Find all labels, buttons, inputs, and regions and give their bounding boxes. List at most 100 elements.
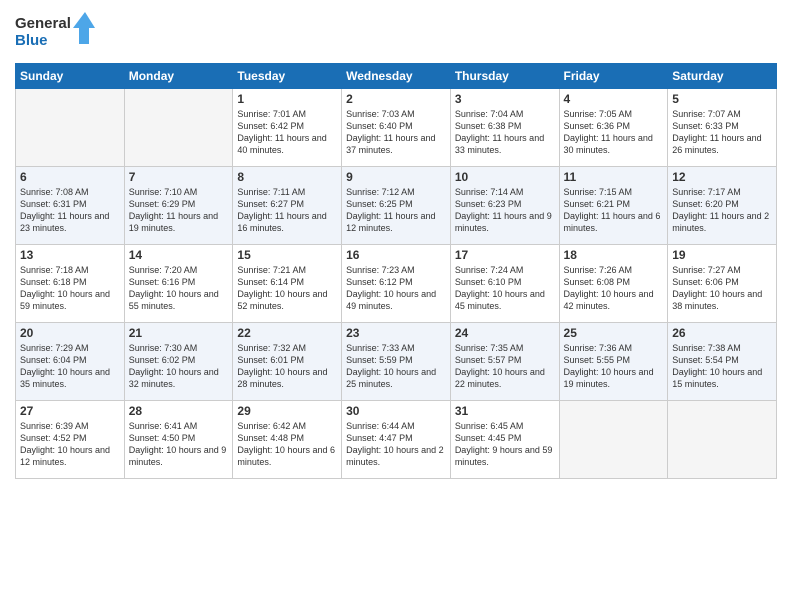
cell-content: Sunrise: 7:36 AM Sunset: 5:55 PM Dayligh… (564, 342, 664, 391)
calendar-cell: 7Sunrise: 7:10 AM Sunset: 6:29 PM Daylig… (124, 167, 233, 245)
page: General Blue SundayMondayTuesdayWednesda… (0, 0, 792, 612)
cell-content: Sunrise: 7:04 AM Sunset: 6:38 PM Dayligh… (455, 108, 555, 157)
weekday-header-thursday: Thursday (450, 64, 559, 89)
day-number: 16 (346, 248, 446, 262)
cell-content: Sunrise: 7:05 AM Sunset: 6:36 PM Dayligh… (564, 108, 664, 157)
weekday-header-wednesday: Wednesday (342, 64, 451, 89)
cell-content: Sunrise: 6:39 AM Sunset: 4:52 PM Dayligh… (20, 420, 120, 469)
day-number: 22 (237, 326, 337, 340)
cell-content: Sunrise: 7:35 AM Sunset: 5:57 PM Dayligh… (455, 342, 555, 391)
calendar-cell: 29Sunrise: 6:42 AM Sunset: 4:48 PM Dayli… (233, 401, 342, 479)
day-number: 14 (129, 248, 229, 262)
cell-content: Sunrise: 6:44 AM Sunset: 4:47 PM Dayligh… (346, 420, 446, 469)
cell-content: Sunrise: 6:42 AM Sunset: 4:48 PM Dayligh… (237, 420, 337, 469)
calendar-week-row: 1 Sunrise: 7:01 AM Sunset: 6:42 PM Daylig… (16, 89, 777, 167)
day-number: 9 (346, 170, 446, 184)
weekday-header-monday: Monday (124, 64, 233, 89)
header: General Blue (15, 10, 777, 55)
calendar-cell: 8 Sunrise: 7:11 AM Sunset: 6:27 PM Daylig… (233, 167, 342, 245)
calendar-cell: 21Sunrise: 7:30 AM Sunset: 6:02 PM Dayli… (124, 323, 233, 401)
cell-content: Sunrise: 7:11 AM Sunset: 6:27 PM Dayligh… (237, 186, 337, 235)
calendar-cell: 18 Sunrise: 7:26 AM Sunset: 6:08 PM Dayli… (559, 245, 668, 323)
calendar-cell: 14 Sunrise: 7:20 AM Sunset: 6:16 PM Dayli… (124, 245, 233, 323)
weekday-header-row: SundayMondayTuesdayWednesdayThursdayFrid… (16, 64, 777, 89)
calendar-cell: 6Sunrise: 7:08 AM Sunset: 6:31 PM Daylig… (16, 167, 125, 245)
calendar-cell: 10Sunrise: 7:14 AM Sunset: 6:23 PM Dayli… (450, 167, 559, 245)
day-number: 18 (564, 248, 664, 262)
cell-content: Sunrise: 7:29 AM Sunset: 6:04 PM Dayligh… (20, 342, 120, 391)
calendar-cell (559, 401, 668, 479)
cell-content: Sunrise: 7:10 AM Sunset: 6:29 PM Dayligh… (129, 186, 229, 235)
cell-content: Sunrise: 7:26 AM Sunset: 6:08 PM Dayligh… (564, 264, 664, 313)
day-number: 8 (237, 170, 337, 184)
cell-content: Sunrise: 7:32 AM Sunset: 6:01 PM Dayligh… (237, 342, 337, 391)
day-number: 3 (455, 92, 555, 106)
cell-content: Sunrise: 6:41 AM Sunset: 4:50 PM Dayligh… (129, 420, 229, 469)
calendar-week-row: 6Sunrise: 7:08 AM Sunset: 6:31 PM Daylig… (16, 167, 777, 245)
calendar-cell: 23 Sunrise: 7:33 AM Sunset: 5:59 PM Dayli… (342, 323, 451, 401)
day-number: 4 (564, 92, 664, 106)
calendar-cell: 12 Sunrise: 7:17 AM Sunset: 6:20 PM Dayli… (668, 167, 777, 245)
calendar-cell: 13 Sunrise: 7:18 AM Sunset: 6:18 PM Dayli… (16, 245, 125, 323)
day-number: 11 (564, 170, 664, 184)
logo-svg: General Blue (15, 10, 95, 55)
weekday-header-sunday: Sunday (16, 64, 125, 89)
day-number: 26 (672, 326, 772, 340)
cell-content: Sunrise: 7:21 AM Sunset: 6:14 PM Dayligh… (237, 264, 337, 313)
calendar-cell: 19Sunrise: 7:27 AM Sunset: 6:06 PM Dayli… (668, 245, 777, 323)
calendar-cell: 22 Sunrise: 7:32 AM Sunset: 6:01 PM Dayli… (233, 323, 342, 401)
day-number: 15 (237, 248, 337, 262)
day-number: 23 (346, 326, 446, 340)
calendar-cell: 20 Sunrise: 7:29 AM Sunset: 6:04 PM Dayli… (16, 323, 125, 401)
cell-content: Sunrise: 7:24 AM Sunset: 6:10 PM Dayligh… (455, 264, 555, 313)
day-number: 1 (237, 92, 337, 106)
calendar-week-row: 13 Sunrise: 7:18 AM Sunset: 6:18 PM Dayli… (16, 245, 777, 323)
calendar-cell: 1 Sunrise: 7:01 AM Sunset: 6:42 PM Daylig… (233, 89, 342, 167)
day-number: 19 (672, 248, 772, 262)
day-number: 6 (20, 170, 120, 184)
cell-content: Sunrise: 7:18 AM Sunset: 6:18 PM Dayligh… (20, 264, 120, 313)
day-number: 13 (20, 248, 120, 262)
calendar-cell: 16 Sunrise: 7:23 AM Sunset: 6:12 PM Dayli… (342, 245, 451, 323)
cell-content: Sunrise: 7:17 AM Sunset: 6:20 PM Dayligh… (672, 186, 772, 235)
calendar-cell (16, 89, 125, 167)
calendar-cell: 4 Sunrise: 7:05 AM Sunset: 6:36 PM Daylig… (559, 89, 668, 167)
calendar-cell: 15 Sunrise: 7:21 AM Sunset: 6:14 PM Dayli… (233, 245, 342, 323)
cell-content: Sunrise: 7:33 AM Sunset: 5:59 PM Dayligh… (346, 342, 446, 391)
day-number: 5 (672, 92, 772, 106)
calendar-table: SundayMondayTuesdayWednesdayThursdayFrid… (15, 63, 777, 479)
calendar-cell: 17Sunrise: 7:24 AM Sunset: 6:10 PM Dayli… (450, 245, 559, 323)
calendar-cell: 25Sunrise: 7:36 AM Sunset: 5:55 PM Dayli… (559, 323, 668, 401)
day-number: 30 (346, 404, 446, 418)
calendar-cell (124, 89, 233, 167)
cell-content: Sunrise: 7:01 AM Sunset: 6:42 PM Dayligh… (237, 108, 337, 157)
cell-content: Sunrise: 7:15 AM Sunset: 6:21 PM Dayligh… (564, 186, 664, 235)
day-number: 2 (346, 92, 446, 106)
cell-content: Sunrise: 7:20 AM Sunset: 6:16 PM Dayligh… (129, 264, 229, 313)
day-number: 20 (20, 326, 120, 340)
cell-content: Sunrise: 7:07 AM Sunset: 6:33 PM Dayligh… (672, 108, 772, 157)
calendar-cell: 28Sunrise: 6:41 AM Sunset: 4:50 PM Dayli… (124, 401, 233, 479)
cell-content: Sunrise: 6:45 AM Sunset: 4:45 PM Dayligh… (455, 420, 555, 469)
calendar-cell (668, 401, 777, 479)
cell-content: Sunrise: 7:23 AM Sunset: 6:12 PM Dayligh… (346, 264, 446, 313)
calendar-cell: 31Sunrise: 6:45 AM Sunset: 4:45 PM Dayli… (450, 401, 559, 479)
cell-content: Sunrise: 7:38 AM Sunset: 5:54 PM Dayligh… (672, 342, 772, 391)
cell-content: Sunrise: 7:03 AM Sunset: 6:40 PM Dayligh… (346, 108, 446, 157)
calendar-cell: 27 Sunrise: 6:39 AM Sunset: 4:52 PM Dayli… (16, 401, 125, 479)
day-number: 24 (455, 326, 555, 340)
calendar-cell: 11 Sunrise: 7:15 AM Sunset: 6:21 PM Dayli… (559, 167, 668, 245)
day-number: 21 (129, 326, 229, 340)
logo: General Blue (15, 10, 95, 55)
day-number: 12 (672, 170, 772, 184)
calendar-cell: 30 Sunrise: 6:44 AM Sunset: 4:47 PM Dayli… (342, 401, 451, 479)
svg-text:Blue: Blue (15, 32, 48, 49)
day-number: 10 (455, 170, 555, 184)
weekday-header-friday: Friday (559, 64, 668, 89)
calendar-cell: 26 Sunrise: 7:38 AM Sunset: 5:54 PM Dayli… (668, 323, 777, 401)
calendar-week-row: 20 Sunrise: 7:29 AM Sunset: 6:04 PM Dayli… (16, 323, 777, 401)
calendar-cell: 5 Sunrise: 7:07 AM Sunset: 6:33 PM Daylig… (668, 89, 777, 167)
day-number: 27 (20, 404, 120, 418)
calendar-cell: 9Sunrise: 7:12 AM Sunset: 6:25 PM Daylig… (342, 167, 451, 245)
calendar-cell: 3 Sunrise: 7:04 AM Sunset: 6:38 PM Daylig… (450, 89, 559, 167)
